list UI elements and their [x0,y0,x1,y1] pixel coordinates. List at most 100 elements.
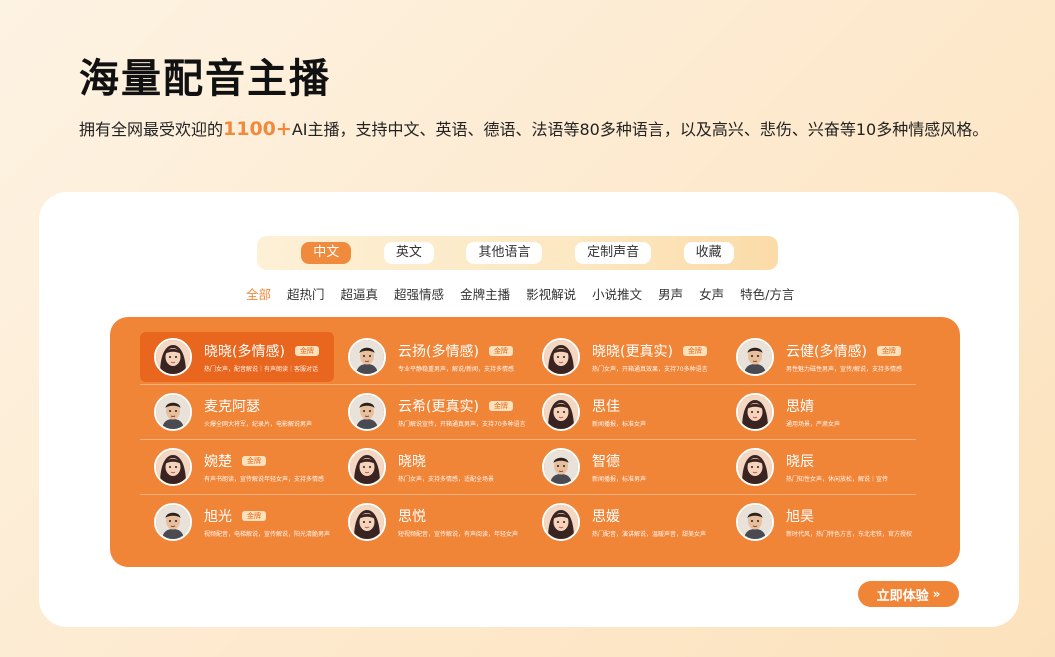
male-avatar-icon [736,338,774,376]
anchor-card[interactable]: 思媛 热门配音，演讲解说，温暖声音，甜美女声 [528,497,722,547]
category-hot[interactable]: 超热门 [287,284,325,303]
anchor-description: 热门配音，演讲解说，温暖声音，甜美女声 [592,531,707,538]
anchor-info: 晓晓(多情感) 金牌热门女声，配音解说｜有声朗读｜客服对话 [204,341,319,373]
anchor-description: 专业平静稳重男声，解说/新闻，支持多情感 [398,366,515,373]
anchor-description: 短视频配音，宣传解说，有声阅读，年轻女声 [398,531,519,538]
female-avatar-icon [348,448,386,486]
try-now-button[interactable]: 立即体验 » [858,581,959,607]
anchor-name: 旭光 [204,509,232,525]
anchor-name-line: 晓晓(更真实) 金牌 [592,341,708,361]
tab-english[interactable]: 英文 [383,242,434,264]
tab-other-languages[interactable]: 其他语言 [466,242,543,264]
tab-favorites[interactable]: 收藏 [683,242,734,264]
anchor-name-line: 晓晓 [398,451,494,471]
anchor-name-line: 思悦 [398,506,518,526]
anchor-description: 热门女声，支持多情感，适配全场景 [398,476,495,483]
anchor-card[interactable]: 思佳新闻播报，标准女声 [528,387,722,437]
anchor-description: 热门知性女声，休闲放松，解说｜宣传 [786,476,889,483]
tab-custom-voice[interactable]: 定制声音 [575,242,652,264]
female-avatar-icon [154,448,192,486]
anchor-row: 旭光 金牌视频配音，电梯解说，宣传解说，阳光清脆男声 思悦短视频配音，宣传解说，有声… [140,495,916,550]
anchor-info: 思佳新闻播报，标准女声 [592,396,646,428]
anchor-info: 思婧 通用场景，严肃女声 [786,396,840,428]
category-male[interactable]: 男声 [658,284,683,303]
anchor-card[interactable]: 晓晓(多情感) 金牌热门女声，配音解说｜有声朗读｜客服对话 [140,332,334,382]
anchor-name-line: 智德 [592,451,646,471]
gold-badge: 金牌 [876,346,901,356]
anchor-card[interactable]: 思悦短视频配音，宣传解说，有声阅读，年轻女声 [334,497,528,547]
anchor-info: 思媛 热门配音，演讲解说，温暖声音，甜美女声 [592,506,706,538]
anchor-info: 婉楚 金牌有声书朗读，宣传解说年轻女声，支持多情感 [204,451,324,483]
anchor-description: 新闻播报，标准男声 [592,476,647,483]
male-avatar-icon [348,393,386,431]
anchor-card[interactable]: 晓辰热门知性女声，休闲放松，解说｜宣传 [722,442,916,492]
anchor-card[interactable]: 智德新闻播报，标准男声 [528,442,722,492]
anchor-description: 火爆全网大将军，纪录片，电影解说男声 [204,421,313,428]
anchor-row: 婉楚 金牌有声书朗读，宣传解说年轻女声，支持多情感 晓晓热门女声，支持多情感，适配全… [140,440,916,495]
anchor-description: 有声书朗读，宣传解说年轻女声，支持多情感 [204,476,325,483]
anchor-name-line: 晓辰 [786,451,888,471]
female-avatar-icon [736,448,774,486]
female-avatar-icon [736,393,774,431]
male-avatar-icon [736,503,774,541]
category-gold[interactable]: 金牌主播 [460,284,510,303]
gold-badge: 金牌 [294,346,319,356]
category-female[interactable]: 女声 [699,284,724,303]
anchor-info: 云希(更真实) 金牌 热门解说宣传，开箱通真男声，支持70多种语言 [398,396,526,428]
anchor-name: 婉楚 [204,454,232,470]
anchor-name: 晓晓(更真实) [592,344,673,360]
male-avatar-icon [154,503,192,541]
subtitle-text: 拥有全网最受欢迎的 [79,120,224,139]
anchor-description: 新时代风，热门特色方言，东北老铁，官方授权 [786,531,913,538]
category-novel[interactable]: 小说推文 [592,284,642,303]
anchor-name: 云扬(多情感) [398,344,479,360]
anchor-info: 思悦短视频配音，宣传解说，有声阅读，年轻女声 [398,506,518,538]
anchor-name-line: 旭昊 [786,506,912,526]
language-tabs: 中文 英文 其他语言 定制声音 收藏 [257,236,778,270]
anchor-name: 晓晓 [398,454,426,470]
anchor-card[interactable]: 旭光 金牌视频配音，电梯解说，宣传解说，阳光清脆男声 [140,497,334,547]
page-title: 海量配音主播 [79,56,331,102]
anchor-name: 晓辰 [786,454,814,470]
category-all[interactable]: 全部 [246,284,271,303]
anchor-description: 视频配音，电梯解说，宣传解说，阳光清脆男声 [204,531,331,538]
anchor-name-line: 思佳 [592,396,646,416]
female-avatar-icon [542,393,580,431]
gold-badge: 金牌 [242,456,266,466]
anchor-card[interactable]: 云扬(多情感) 金牌 专业平静稳重男声，解说/新闻，支持多情感 [334,332,528,382]
male-avatar-icon [542,448,580,486]
anchor-name-line: 麦克阿瑟 [204,396,312,416]
anchor-card[interactable]: 晓晓热门女声，支持多情感，适配全场景 [334,442,528,492]
anchor-panel: 晓晓(多情感) 金牌 热门女声，配音解说｜有声朗读｜客服对话 云扬(多情感) 金牌 专业平… [110,317,960,567]
anchor-card[interactable]: 云希(更真实) 金牌 热门解说宣传，开箱通真男声，支持70多种语言 [334,387,528,437]
anchor-name: 旭昊 [786,509,814,525]
tab-chinese[interactable]: 中文 [301,242,352,264]
gold-badge: 金牌 [242,511,266,521]
try-now-label: 立即体验 [876,588,929,604]
anchor-card[interactable]: 晓晓(更真实) 金牌 热门女声，开箱通真效果，支持70多种语言 [528,332,722,382]
anchor-description: 男性魅力磁性男声，宣传/解说，支持多情感 [786,366,903,373]
anchor-info: 晓晓热门女声，支持多情感，适配全场景 [398,451,494,483]
anchor-description: 新闻播报，标准女声 [592,421,647,428]
double-chevron-right-icon: » [932,587,941,601]
category-realistic[interactable]: 超逼真 [341,284,379,303]
category-film-commentary[interactable]: 影视解说 [526,284,576,303]
anchor-card[interactable]: 思婧 通用场景，严肃女声 [722,387,916,437]
female-avatar-icon [348,503,386,541]
category-filter: 全部 超热门 超逼真 超强情感 金牌主播 影视解说 小说推文 男声 女声 特色/… [246,284,810,303]
male-avatar-icon [348,338,386,376]
anchor-card[interactable]: 婉楚 金牌有声书朗读，宣传解说年轻女声，支持多情感 [140,442,334,492]
category-dialect[interactable]: 特色/方言 [740,284,794,303]
anchor-card[interactable]: 旭昊新时代风，热门特色方言，东北老铁，官方授权 [722,497,916,547]
anchor-card[interactable]: 麦克阿瑟火爆全网大将军，纪录片，电影解说男声 [140,387,334,437]
male-avatar-icon [154,393,192,431]
category-emotional[interactable]: 超强情感 [394,284,444,303]
anchor-count-highlight: 1100+ [223,118,292,140]
anchor-description: 热门女声，配音解说｜有声朗读｜客服对话 [204,366,319,373]
anchor-card[interactable]: 云健(多情感) 金牌 男性魅力磁性男声，宣传/解说，支持多情感 [722,332,916,382]
anchor-grid: 晓晓(多情感) 金牌 热门女声，配音解说｜有声朗读｜客服对话 云扬(多情感) 金牌 专业平… [140,330,916,550]
anchor-name: 晓晓(多情感) [204,344,285,360]
anchor-name: 麦克阿瑟 [204,399,260,415]
anchor-name-line: 婉楚 金牌 [204,451,324,471]
anchor-name: 思悦 [398,509,426,525]
